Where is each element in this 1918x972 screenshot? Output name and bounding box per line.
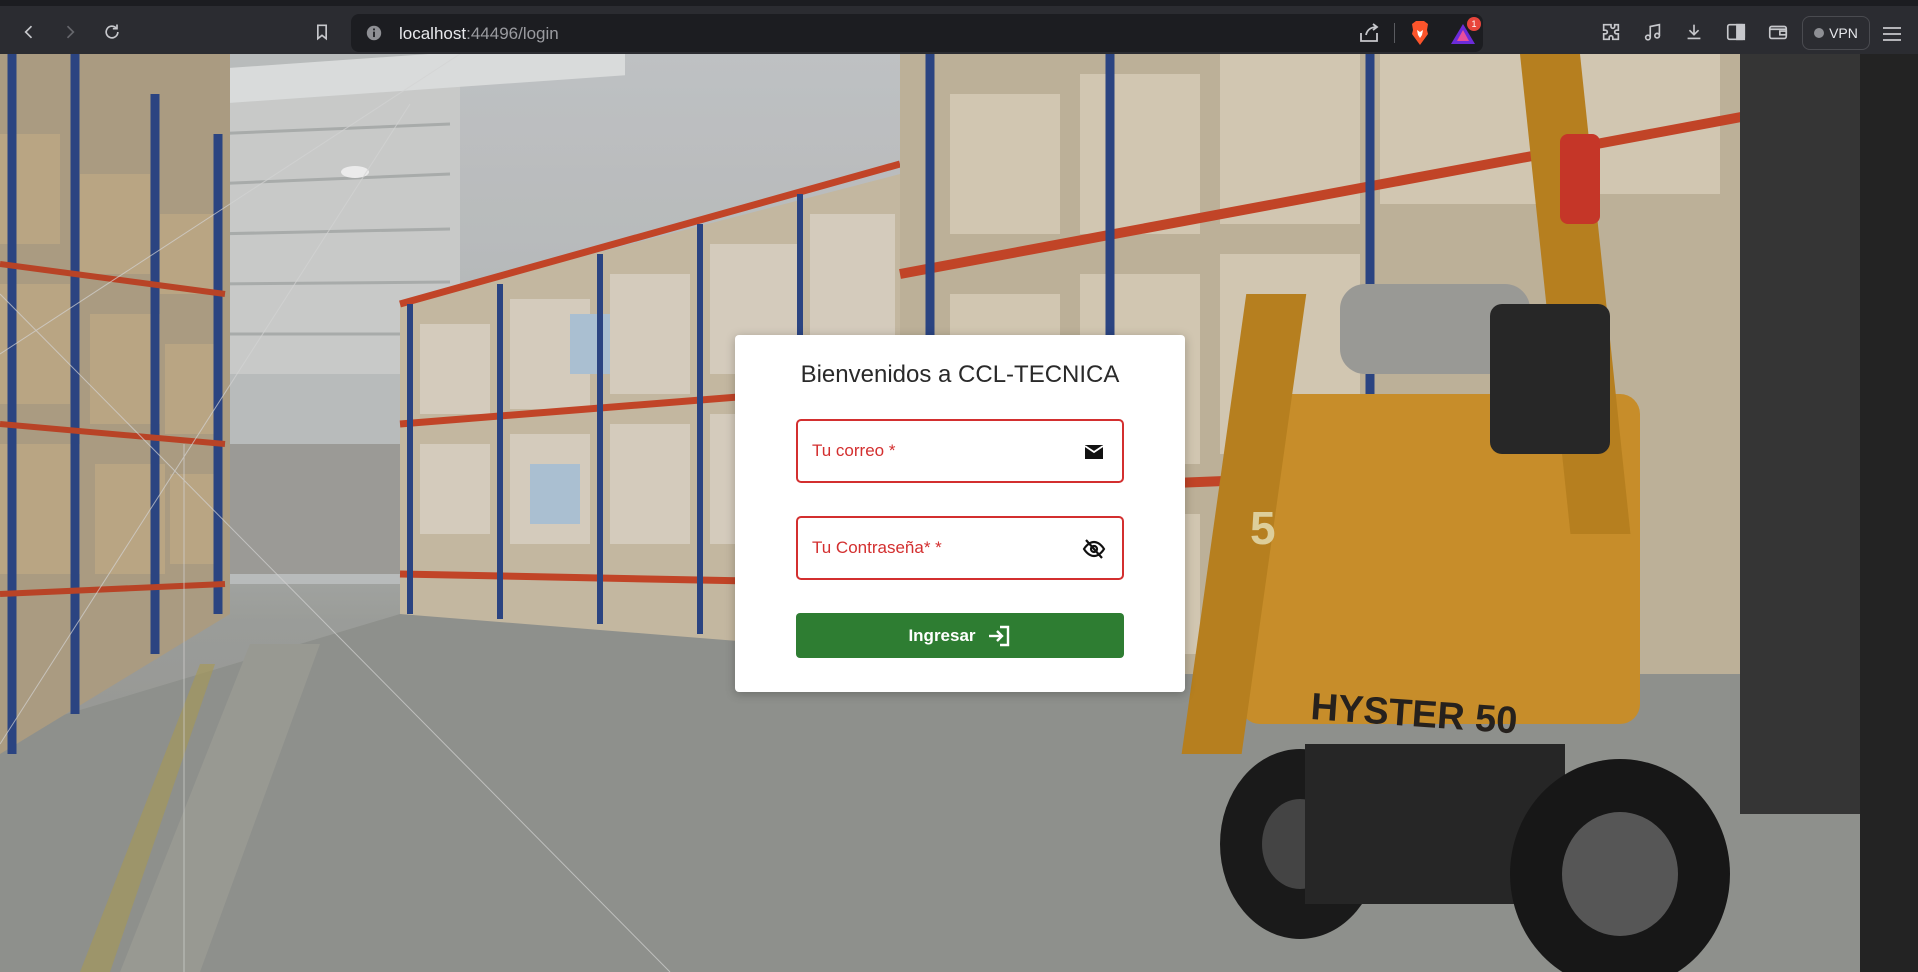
share-icon[interactable] [1357,22,1381,44]
brave-rewards-icon[interactable]: 1 [1449,17,1481,46]
login-icon [988,625,1009,646]
menu-icon[interactable] [1881,24,1903,44]
password-field[interactable] [796,516,1124,580]
url-text[interactable]: localhost:44496/login [399,24,559,44]
mail-icon [1082,440,1106,464]
bookmark-icon[interactable] [306,16,338,48]
email-field[interactable] [796,419,1124,483]
extensions-icon[interactable] [1600,21,1624,45]
login-card: Bienvenidos a CCL-TECNICA Ingresar [735,335,1185,692]
login-button[interactable]: Ingresar [796,613,1124,658]
media-icon[interactable] [1642,21,1666,45]
wallet-icon[interactable] [1767,21,1791,45]
login-title: Bienvenidos a CCL-TECNICA [800,361,1120,388]
sidebar-icon[interactable] [1725,21,1749,45]
rewards-badge: 1 [1467,17,1481,31]
browser-toolbar: localhost:44496/login 1 VPN [0,0,1918,54]
address-bar[interactable]: localhost:44496/login 1 [351,14,1483,52]
back-icon[interactable] [13,16,45,48]
downloads-icon[interactable] [1683,21,1707,45]
brave-shields-icon[interactable] [1408,20,1432,46]
vpn-button[interactable]: VPN [1802,16,1870,50]
site-info-icon[interactable] [365,24,383,42]
vpn-label: VPN [1829,25,1858,41]
eye-off-icon[interactable] [1082,537,1106,561]
password-input[interactable] [810,518,1080,578]
url-host: localhost [399,24,467,43]
email-input[interactable] [810,421,1080,481]
url-path: :44496/login [466,24,559,43]
vpn-status-icon [1814,28,1825,38]
login-page: HYSTER 50 5 Bienvenidos a CCL-TECNICA Tu… [0,54,1918,972]
url-separator [1394,23,1395,43]
login-button-label: Ingresar [908,625,976,645]
reload-icon[interactable] [96,16,128,48]
forward-icon[interactable] [54,16,86,48]
